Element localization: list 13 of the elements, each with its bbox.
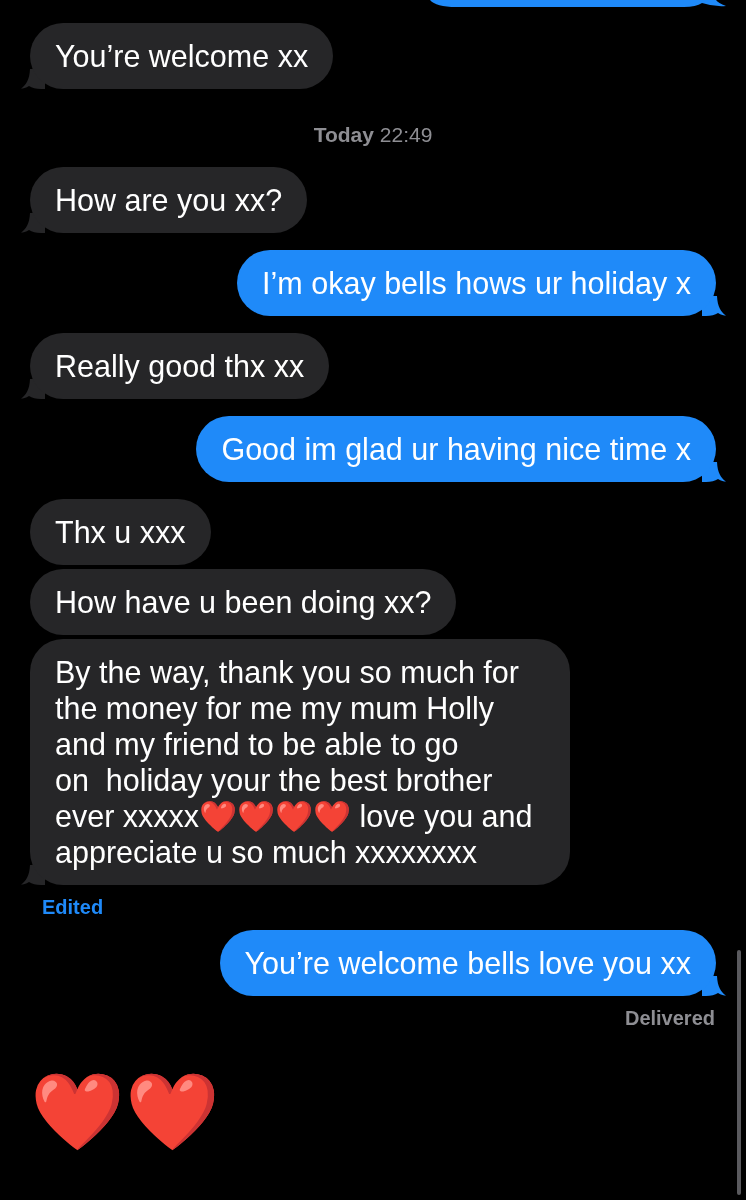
message-text: Good im glad ur having nice time x xyxy=(221,431,691,467)
edited-link[interactable]: Edited xyxy=(42,895,104,919)
message-text: Thx u xxx xyxy=(55,514,186,550)
message-text: How are you xx? xyxy=(55,182,283,218)
message-text: Really good thx xx xyxy=(55,348,305,384)
message-text: I’m okay bells hows ur holiday x xyxy=(262,265,691,301)
message-text: You’re welcome bells love you xx xyxy=(244,945,691,981)
message-text: By the way, thank you so much for the money for me my mum Holly and my friend to be able to go on holiday your the best brother ever xxxxx❤❤❤❤ love you and appreciate u so much xxxxxxxx xyxy=(55,654,534,870)
timestamp: Today 22:49 xyxy=(313,123,433,147)
message-text: How have u been doing xx? xyxy=(55,584,432,620)
delivery-status: Delivered xyxy=(624,1006,715,1030)
message-text: You’re welcome xx xyxy=(55,38,309,74)
emoji-message: ❤❤ xyxy=(30,1068,220,1156)
